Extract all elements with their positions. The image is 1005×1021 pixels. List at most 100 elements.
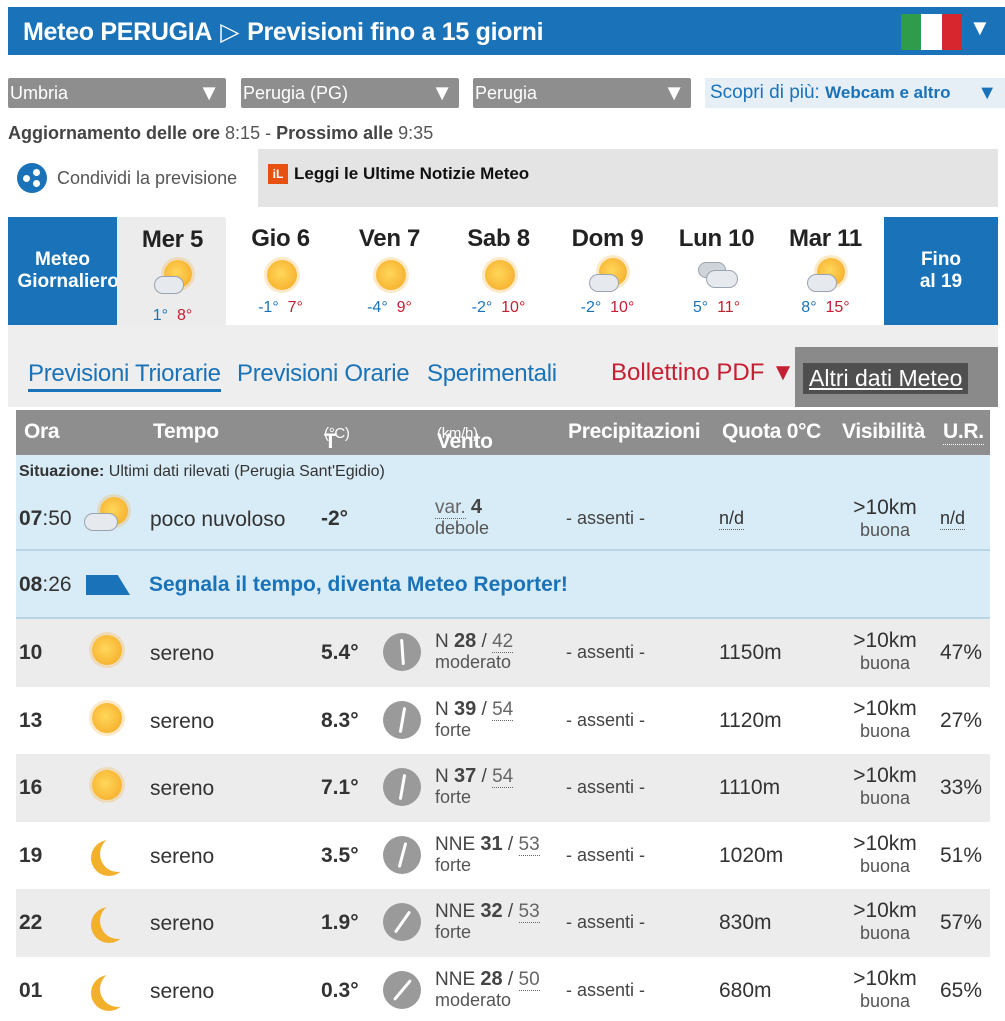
row-visibility: >10km buona <box>853 966 917 1011</box>
situation-temp: -2° <box>321 507 349 530</box>
wind-gust: 53 <box>518 901 540 923</box>
day-tab[interactable]: Dom 9 -2° 10° <box>553 217 662 325</box>
day-tab[interactable]: Sab 8 -2° 10° <box>444 217 553 325</box>
min-temp: 8° <box>801 299 817 316</box>
day-name: Mar 11 <box>789 225 862 252</box>
tab-hourly[interactable]: Previsioni Orarie <box>237 360 410 388</box>
min-temp: -4° <box>367 299 388 316</box>
row-wind: NNE 31 / 53 forte <box>435 832 540 875</box>
other-data-label: Altri dati Meteo <box>803 363 969 394</box>
row-weather: sereno <box>150 642 215 665</box>
other-data-button[interactable]: Altri dati Meteo <box>795 347 998 407</box>
news-link[interactable]: Leggi le Ultime Notizie Meteo <box>294 164 529 184</box>
row-humidity: 47% <box>940 641 983 664</box>
discover-more-dropdown[interactable]: Scopri di più: Webcam e altro ▼ <box>705 78 1005 108</box>
share-icon <box>17 163 47 193</box>
max-temp: 10° <box>610 299 635 316</box>
situation-row: Situazione: Ultimi dati rilevati (Perugi… <box>16 455 990 551</box>
min-temp: -2° <box>580 299 602 316</box>
sun-icon <box>82 764 132 810</box>
share-forecast-button[interactable]: Condividi la previsione <box>17 160 237 196</box>
wind-direction-icon <box>383 633 421 671</box>
province-select[interactable]: Perugia (PG) ▼ <box>241 78 459 108</box>
partly-cloudy-icon <box>148 258 198 300</box>
until-19-tile[interactable]: Fino al 19 <box>884 217 998 325</box>
situation-wind: var. 4 debole <box>435 496 490 538</box>
max-temp: 7° <box>287 299 303 316</box>
city-title: Meteo PERUGIA <box>23 18 213 46</box>
min-temp: -2° <box>471 299 493 316</box>
table-row: 16 sereno 7.1° N 37 / 54 forte - assenti - 111… <box>16 754 990 822</box>
row-humidity: 57% <box>940 911 983 934</box>
row-humidity: 65% <box>940 978 983 1002</box>
col-wind: Vento <box>437 430 493 453</box>
col-temp: T <box>324 430 337 453</box>
row-temp: 5.4° <box>321 641 359 664</box>
wind-direction-icon <box>383 768 421 806</box>
meteo-reporter-link[interactable]: Segnala il tempo, diventa Meteo Reporter… <box>149 573 568 597</box>
daily-forecast-tile[interactable]: Meteo Giornaliero <box>8 217 119 325</box>
day-tab[interactable]: Mer 5 1° 8° <box>117 217 226 325</box>
max-temp: 8° <box>176 307 193 324</box>
row-temp: 8.3° <box>321 708 359 732</box>
news-banner[interactable]: iL Leggi le Ultime Notizie Meteo <box>258 149 998 207</box>
row-weather: sereno <box>150 709 215 733</box>
row-wind: NNE 28 / 50 moderato <box>435 967 540 1010</box>
meteo-reporter-row[interactable]: 08:26 Segnala il tempo, diventa Meteo Re… <box>16 551 990 619</box>
row-wind: NNE 32 / 53 forte <box>435 900 540 942</box>
partly-cloudy-icon <box>801 256 851 298</box>
row-visibility: >10km buona <box>853 899 917 944</box>
row-time: 22 <box>19 911 43 934</box>
forecast-tabs: Previsioni Triorarie Previsioni Orarie S… <box>8 325 998 407</box>
pdf-bulletin-button[interactable]: Bollettino PDF ▼ <box>611 359 795 387</box>
row-freezing-level: 1150m <box>719 641 782 664</box>
wind-gust: 53 <box>518 833 540 856</box>
flag-icon <box>86 575 130 595</box>
row-precip: - assenti - <box>566 912 646 932</box>
chevron-down-icon[interactable]: ▼ <box>969 15 991 41</box>
row-weather: sereno <box>150 777 215 800</box>
row-temp: 3.5° <box>321 843 359 867</box>
row-freezing-level: 1020m <box>719 843 784 867</box>
day-tab[interactable]: Lun 10 5° 11° <box>662 217 771 325</box>
row-weather: sereno <box>150 912 215 935</box>
day-tab[interactable]: Gio 6 -1° 7° <box>226 217 335 325</box>
table-row: 13 sereno 8.3° N 39 / 54 forte - assenti - 112… <box>16 686 990 754</box>
caret-down-icon: ▼ <box>977 82 997 104</box>
day-name: Ven 7 <box>358 225 421 252</box>
region-select[interactable]: Umbria ▼ <box>8 78 226 108</box>
italy-flag-icon[interactable] <box>901 14 962 50</box>
min-temp: 5° <box>692 299 709 316</box>
row-wind: N 39 / 54 forte <box>435 697 514 740</box>
partly-cloudy-icon <box>583 256 633 298</box>
tab-experimental[interactable]: Sperimentali <box>427 360 557 388</box>
col-freezing-level: Quota 0°C <box>722 420 822 443</box>
row-humidity: 27% <box>940 708 983 732</box>
day-tab[interactable]: Ven 7 -4° 9° <box>335 217 444 325</box>
caret-down-icon: ▼ <box>431 80 453 105</box>
day-tab[interactable]: Mar 11 8° 15° <box>771 217 880 325</box>
row-freezing-level: 1120m <box>719 708 782 732</box>
sun-icon <box>474 256 524 298</box>
caret-down-icon: ▼ <box>771 359 795 386</box>
day-name: Sab 8 <box>467 225 530 252</box>
ilmeteo-logo-icon: iL <box>268 164 288 184</box>
province-select-value: Perugia (PG) <box>243 83 349 103</box>
col-humidity[interactable]: U.R. <box>943 420 984 445</box>
caret-down-icon: ▼ <box>198 80 220 105</box>
moon-icon <box>82 899 132 945</box>
row-temp: 1.9° <box>321 911 359 934</box>
tab-three-hourly[interactable]: Previsioni Triorarie <box>28 360 221 392</box>
cloudy-icon <box>692 256 742 298</box>
city-select[interactable]: Perugia ▼ <box>473 78 691 108</box>
row-temp: 0.3° <box>321 978 359 1002</box>
wind-gust: 50 <box>518 968 540 991</box>
row-freezing-level: 680m <box>719 978 772 1002</box>
day-name: Lun 10 <box>678 225 755 252</box>
row-time: 01 <box>19 978 43 1002</box>
row-visibility: >10km buona <box>853 629 917 674</box>
wind-gust: 42 <box>492 631 514 653</box>
row-visibility: >10km buona <box>853 831 917 876</box>
row-precip: - assenti - <box>566 777 646 797</box>
moon-icon <box>82 832 132 878</box>
